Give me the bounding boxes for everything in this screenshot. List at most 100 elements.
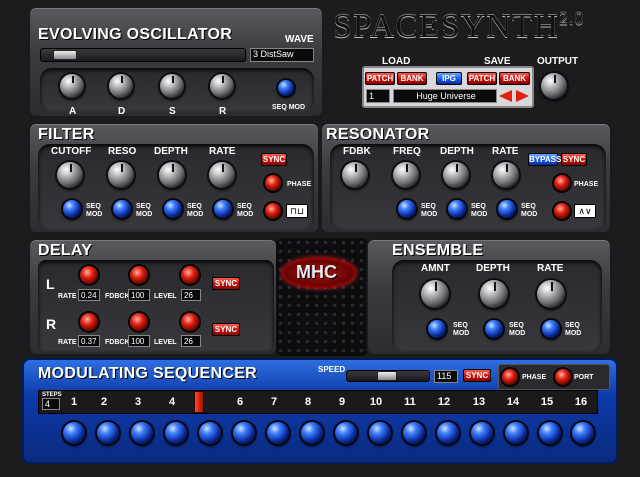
speed-slider-thumb[interactable]	[377, 371, 397, 381]
step-number[interactable]: 10	[360, 393, 392, 411]
step-7-knob[interactable]	[267, 422, 289, 444]
filter-depth-knob[interactable]	[159, 162, 185, 188]
res-depth-seq-mod-knob[interactable]	[448, 200, 466, 218]
freq-seq-mod-knob[interactable]	[398, 200, 416, 218]
ens-rate-seq-mod-knob[interactable]	[542, 320, 560, 338]
decay-knob[interactable]	[109, 74, 133, 98]
delay-r-rate-value[interactable]: 0.37	[78, 335, 100, 347]
step-number[interactable]: 3	[122, 393, 154, 411]
filter-phase-knob[interactable]	[265, 175, 281, 191]
output-knob[interactable]	[541, 73, 567, 99]
speed-value[interactable]: 115	[434, 370, 458, 383]
sustain-knob[interactable]	[160, 74, 184, 98]
release-knob[interactable]	[210, 74, 234, 98]
step-10-knob[interactable]	[369, 422, 391, 444]
delay-r-fdbck-knob[interactable]	[130, 313, 148, 331]
ens-rate-knob[interactable]	[537, 280, 565, 308]
step-number[interactable]: 15	[531, 393, 563, 411]
delay-l-rate-knob[interactable]	[80, 266, 98, 284]
step-9-knob[interactable]	[335, 422, 357, 444]
delay-r-sync-button[interactable]: SYNC	[212, 323, 240, 336]
step-12-knob[interactable]	[437, 422, 459, 444]
amnt-knob[interactable]	[421, 280, 449, 308]
step-number[interactable]: 11	[394, 393, 426, 411]
square-wave-icon[interactable]: ⊓⊔	[286, 204, 308, 218]
step-number[interactable]: 5	[190, 393, 222, 411]
step-5-knob[interactable]	[199, 422, 221, 444]
step-3-knob[interactable]	[131, 422, 153, 444]
step-number[interactable]: 6	[224, 393, 256, 411]
filter-rate-knob[interactable]	[209, 162, 235, 188]
fdbk-knob[interactable]	[342, 162, 368, 188]
step-14-knob[interactable]	[505, 422, 527, 444]
load-patch-button[interactable]: PATCH	[365, 72, 395, 85]
delay-l-sync-button[interactable]: SYNC	[212, 277, 240, 290]
seq-phase-knob[interactable]	[502, 369, 518, 385]
speed-slider[interactable]	[346, 370, 430, 382]
step-number[interactable]: 16	[565, 393, 597, 411]
step-number[interactable]: 14	[497, 393, 529, 411]
cutoff-knob[interactable]	[57, 162, 83, 188]
delay-l-level-value[interactable]: 26	[181, 289, 201, 301]
step-number[interactable]: 4	[156, 393, 188, 411]
save-patch-button[interactable]: PATCH	[467, 72, 497, 85]
wave-slider-thumb[interactable]	[53, 50, 77, 60]
freq-knob[interactable]	[393, 162, 419, 188]
step-number[interactable]: 9	[326, 393, 358, 411]
ens-depth-seq-mod-knob[interactable]	[485, 320, 503, 338]
preset-name[interactable]: Huge Universe	[393, 89, 497, 103]
step-number[interactable]: 7	[258, 393, 290, 411]
ens-depth-knob[interactable]	[480, 280, 508, 308]
res-rate-knob[interactable]	[493, 162, 519, 188]
step-number[interactable]: 2	[88, 393, 120, 411]
osc-seq-mod-knob[interactable]	[278, 80, 294, 96]
step-8-knob[interactable]	[301, 422, 323, 444]
delay-r-level-value[interactable]: 26	[181, 335, 201, 347]
delay-l-level-knob[interactable]	[181, 266, 199, 284]
reso-seq-mod-knob[interactable]	[113, 200, 131, 218]
amnt-seq-mod-knob[interactable]	[428, 320, 446, 338]
filter-sync-button[interactable]: SYNC	[261, 153, 287, 166]
res-lfo-shape-knob[interactable]	[554, 203, 570, 219]
delay-r-level-knob[interactable]	[181, 313, 199, 331]
res-rate-seq-mod-knob[interactable]	[498, 200, 516, 218]
delay-l-fdbck-knob[interactable]	[130, 266, 148, 284]
wave-select[interactable]: 3 DistSaw	[250, 48, 314, 62]
preset-number[interactable]: 1	[366, 89, 390, 103]
filter-lfo-shape-knob[interactable]	[265, 203, 281, 219]
step-4-knob[interactable]	[165, 422, 187, 444]
filter-depth-seq-mod-knob[interactable]	[164, 200, 182, 218]
step-13-knob[interactable]	[471, 422, 493, 444]
delay-r-rate-knob[interactable]	[80, 313, 98, 331]
res-depth-knob[interactable]	[443, 162, 469, 188]
attack-knob[interactable]	[60, 74, 84, 98]
seq-port-knob[interactable]	[555, 369, 571, 385]
delay-r-fdbck-value[interactable]: 100	[128, 335, 150, 347]
save-bank-button[interactable]: BANK	[499, 72, 530, 85]
load-bank-button[interactable]: BANK	[397, 72, 427, 85]
cutoff-seq-mod-knob[interactable]	[63, 200, 81, 218]
reso-knob[interactable]	[108, 162, 134, 188]
step-11-knob[interactable]	[403, 422, 425, 444]
step-1-knob[interactable]	[63, 422, 85, 444]
ipg-button[interactable]: IPG	[436, 72, 462, 85]
step-16-knob[interactable]	[572, 422, 594, 444]
step-6-knob[interactable]	[233, 422, 255, 444]
step-15-knob[interactable]	[539, 422, 561, 444]
step-number[interactable]: 8	[292, 393, 324, 411]
step-number[interactable]: 1	[58, 393, 90, 411]
delay-l-rate-value[interactable]: 0.24	[78, 289, 100, 301]
next-preset-arrow[interactable]	[516, 90, 529, 102]
step-number[interactable]: 13	[463, 393, 495, 411]
res-phase-knob[interactable]	[554, 175, 570, 191]
seq-sync-button[interactable]: SYNC	[463, 369, 491, 382]
prev-preset-arrow[interactable]	[499, 90, 512, 102]
res-sync-button[interactable]: SYNC	[561, 153, 587, 166]
step-number[interactable]: 12	[428, 393, 460, 411]
step-2-knob[interactable]	[97, 422, 119, 444]
filter-rate-seq-mod-knob[interactable]	[214, 200, 232, 218]
wave-slider[interactable]	[40, 48, 246, 62]
delay-l-fdbck-value[interactable]: 100	[128, 289, 150, 301]
triangle-wave-icon[interactable]: ∧∨	[574, 204, 596, 218]
bypass-button[interactable]: BYPASS	[528, 153, 561, 166]
